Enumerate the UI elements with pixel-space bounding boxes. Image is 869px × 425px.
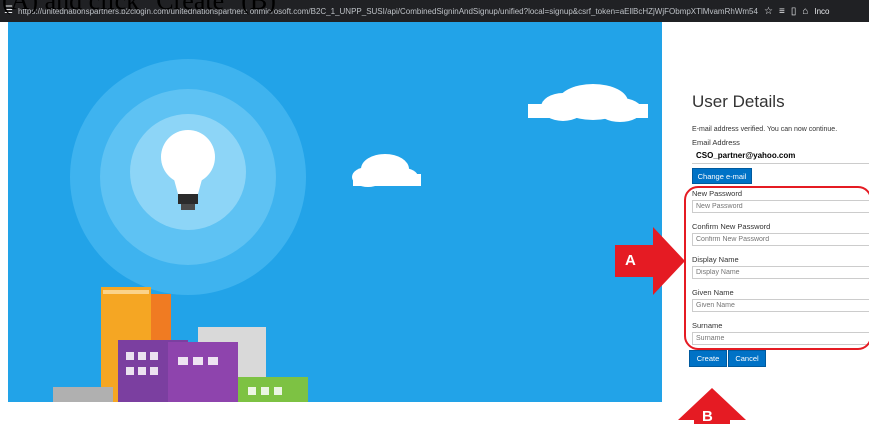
extensions-icon[interactable]: ≡ [779, 6, 785, 17]
annotation-b-label: B [702, 408, 713, 425]
verification-message: E-mail address verified. You can now con… [692, 126, 838, 133]
create-button[interactable]: Create [689, 350, 727, 367]
email-label: Email Address [692, 138, 740, 147]
incognito-icon[interactable]: ⌂ [802, 6, 808, 17]
city-buildings [53, 287, 308, 402]
incognito-label: Inco [814, 6, 830, 16]
cloud-icon-small [352, 154, 421, 187]
annotation-a-label: A [625, 252, 636, 269]
cancel-button[interactable]: Cancel [728, 350, 766, 367]
bookmark-star-icon[interactable]: ☆ [764, 6, 773, 17]
highlight-box-fields [684, 186, 869, 350]
city-lightbulb-illustration [53, 59, 648, 402]
instruction-caption: (A) and click "Create" (B) [2, 0, 276, 15]
change-email-button[interactable]: Change e-mail [692, 168, 752, 184]
page-title: User Details [692, 92, 785, 111]
sidepanel-icon[interactable]: ▯ [791, 6, 797, 17]
hero-illustration [8, 22, 662, 402]
cloud-icon-large [528, 84, 648, 122]
email-value: CSO_partner@yahoo.com [692, 151, 869, 164]
